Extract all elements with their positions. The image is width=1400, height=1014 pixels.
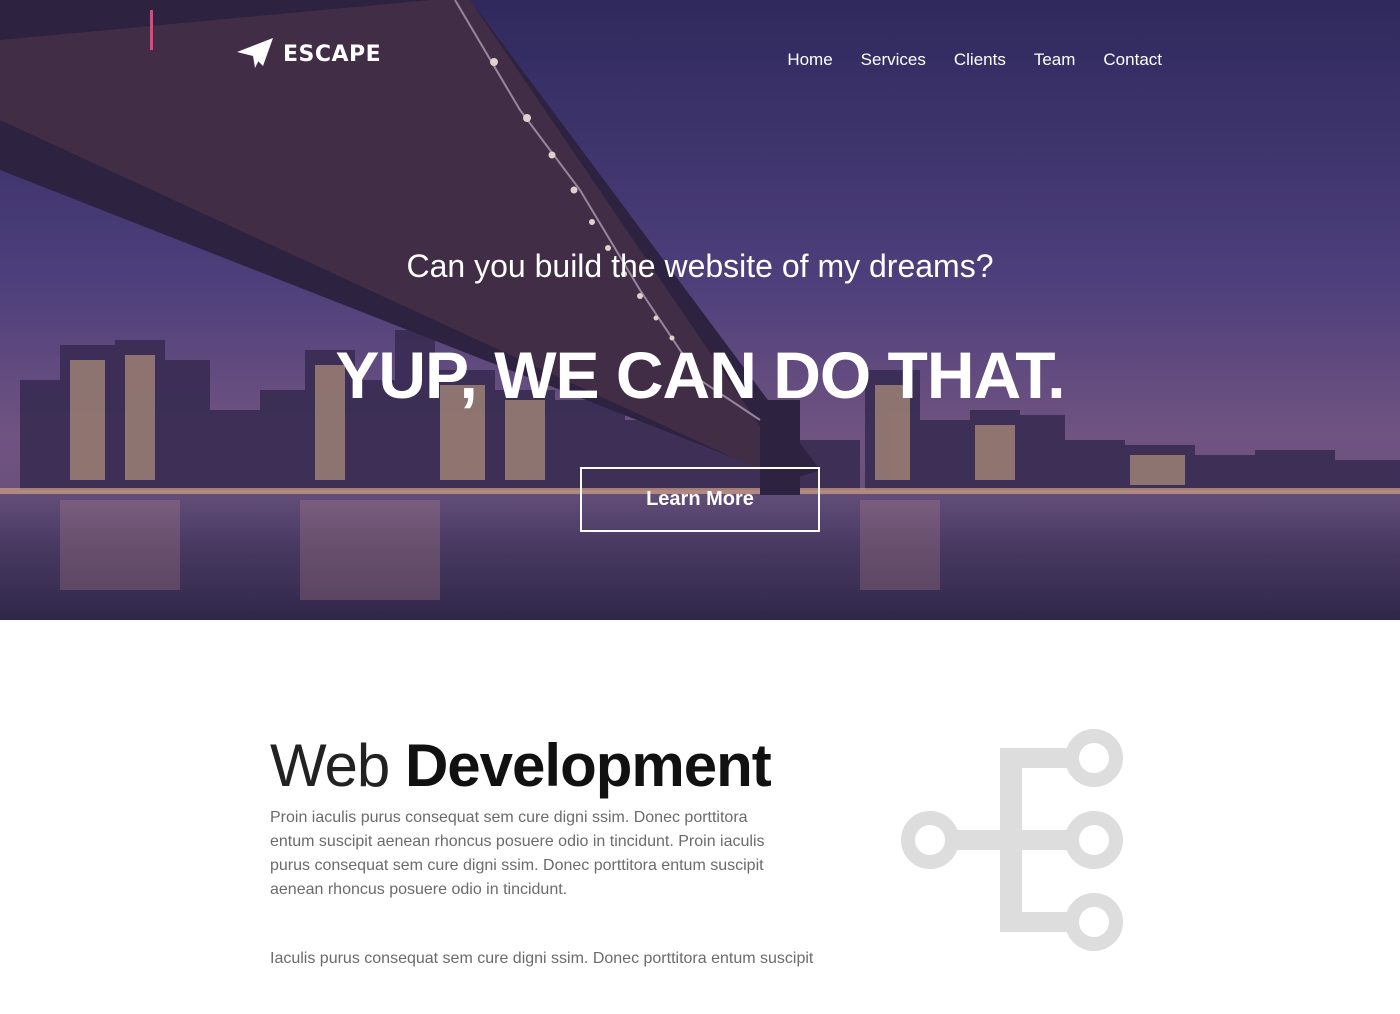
hero-title: YUP, WE CAN DO THAT. [335, 338, 1065, 412]
section-paragraph-2: Iaculis purus consequat sem cure digni s… [270, 950, 814, 967]
section-title-bold: Development [404, 732, 772, 799]
nav-team[interactable]: Team [1034, 48, 1076, 72]
section-title-light: Web [270, 732, 390, 799]
section-paragraph-1: Proin iaculis purus consequat sem cure d… [270, 809, 765, 898]
sitemap-icon [901, 729, 1123, 951]
nav-clients[interactable]: Clients [954, 48, 1006, 72]
paper-plane-icon [237, 38, 273, 68]
brand-logo[interactable]: ESCAPE [237, 38, 381, 70]
section-title: Web Development [270, 728, 772, 804]
nav-services[interactable]: Services [861, 48, 926, 72]
main-nav: Home Services Clients Team Contact [787, 48, 1162, 72]
nav-home[interactable]: Home [787, 48, 832, 72]
web-development-section: Web Development Proin iaculis purus cons… [0, 620, 1400, 1014]
brand-name: ESCAPE [283, 41, 382, 67]
learn-more-button[interactable]: Learn More [580, 467, 820, 532]
nav-contact[interactable]: Contact [1103, 48, 1162, 72]
hero-section: ESCAPE Home Services Clients Team Contac… [0, 0, 1400, 620]
hero-subtitle: Can you build the website of my dreams? [406, 248, 994, 284]
